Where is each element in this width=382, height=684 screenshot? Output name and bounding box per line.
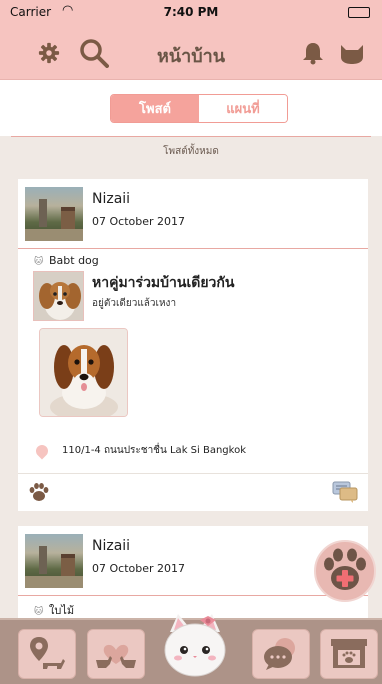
gear-icon[interactable] <box>36 40 62 66</box>
tab-bar <box>0 614 382 684</box>
clock: 7:40 PM <box>163 5 219 19</box>
location-pin-icon <box>33 442 51 459</box>
post-subtitle: อยู่ตัวเดียวแล้วเหงา <box>92 298 177 309</box>
post-location[interactable]: 110/1-4 ถนนประชาชื่น Lak Si Bangkok <box>33 442 246 459</box>
page-title: หน้าบ้าน <box>156 46 226 67</box>
search-icon[interactable] <box>78 37 110 69</box>
tab-matching[interactable] <box>87 629 145 679</box>
pet-type-label: ใบไม้ <box>49 604 75 617</box>
post-actions <box>18 473 368 511</box>
pet-type: 🐱 ใบไม้ <box>34 601 74 619</box>
bell-icon[interactable] <box>300 40 326 66</box>
pet-type: 🐱 Babt dog <box>34 254 99 267</box>
divider <box>18 248 368 249</box>
post-date: 07 October 2017 <box>92 562 186 575</box>
post-date: 07 October 2017 <box>92 215 186 228</box>
cat-face-icon: 🐱 <box>34 257 44 267</box>
chat-bubble-icon <box>264 638 295 670</box>
status-bar: Carrier ◠ 7:40 PM <box>0 0 382 26</box>
paw-icon[interactable] <box>28 482 50 502</box>
add-paw-icon <box>324 548 366 590</box>
section-label: โพสต์ทั้งหมด <box>163 146 219 157</box>
tab-home[interactable] <box>160 610 230 680</box>
tab-shop[interactable] <box>320 629 378 679</box>
pet-avatar[interactable] <box>33 271 84 321</box>
avatar[interactable] <box>25 187 83 241</box>
post-title: หาคู่มาร่วมบ้านเดียวกัน <box>92 275 235 291</box>
pet-type-label: Babt dog <box>49 254 99 267</box>
segment-area: โพสต์ แผนที่ <box>0 80 382 136</box>
pets-heart-icon <box>96 644 136 668</box>
chat-icon[interactable] <box>332 480 358 504</box>
view-switcher: โพสต์ แผนที่ <box>110 94 288 123</box>
tab-map[interactable]: แผนที่ <box>199 95 287 122</box>
nav-bar: หน้าบ้าน <box>0 26 382 80</box>
post-photo[interactable] <box>39 328 128 417</box>
post-author[interactable]: Nizaii <box>92 191 130 207</box>
divider <box>18 595 368 596</box>
map-pin-dog-icon <box>30 637 65 669</box>
shop-icon <box>331 639 367 668</box>
post-card[interactable]: Nizaii 07 October 2017 🐱 Babt dog หาคู่มา… <box>18 179 368 511</box>
location-text: 110/1-4 ถนนประชาชื่น Lak Si Bangkok <box>62 445 246 456</box>
tab-chat[interactable] <box>252 629 310 679</box>
cat-face-icon: 🐱 <box>34 607 44 617</box>
divider <box>11 136 371 137</box>
tab-map-dog[interactable] <box>18 629 76 679</box>
avatar[interactable] <box>25 534 83 588</box>
battery-icon <box>348 7 370 18</box>
tab-posts[interactable]: โพสต์ <box>111 95 199 122</box>
post-author[interactable]: Nizaii <box>92 538 130 554</box>
cat-icon[interactable] <box>339 40 365 66</box>
cat-mascot-icon <box>164 614 226 677</box>
add-post-button[interactable] <box>314 540 376 602</box>
